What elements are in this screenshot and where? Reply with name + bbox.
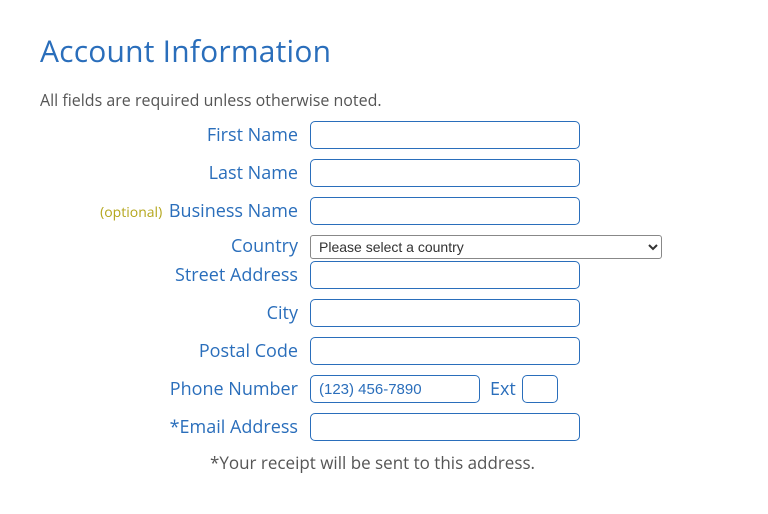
label-postal-code: Postal Code (40, 339, 310, 363)
label-email-address: *Email Address (40, 415, 310, 439)
row-phone-number: Phone Number Ext (40, 375, 728, 403)
phone-ext-field[interactable] (522, 375, 558, 403)
row-first-name: First Name (40, 121, 728, 149)
last-name-field[interactable] (310, 159, 580, 187)
optional-tag: (optional) (100, 203, 162, 222)
label-first-name: First Name (40, 123, 310, 147)
label-phone-number: Phone Number (40, 377, 310, 401)
label-ext: Ext (490, 377, 516, 401)
label-business-name-text: Business Name (169, 199, 298, 223)
email-footnote: *Your receipt will be sent to this addre… (40, 451, 728, 474)
label-last-name: Last Name (40, 161, 310, 185)
street-address-field[interactable] (310, 261, 580, 289)
row-country: Country Please select a country (40, 235, 728, 259)
row-street-address: Street Address (40, 261, 728, 289)
row-email-address: *Email Address (40, 413, 728, 441)
business-name-field[interactable] (310, 197, 580, 225)
label-business-name: (optional) Business Name (40, 199, 310, 223)
row-postal-code: Postal Code (40, 337, 728, 365)
phone-number-field[interactable] (310, 375, 480, 403)
label-city: City (40, 301, 310, 325)
page-title: Account Information (40, 30, 728, 71)
row-city: City (40, 299, 728, 327)
email-address-field[interactable] (310, 413, 580, 441)
row-last-name: Last Name (40, 159, 728, 187)
postal-code-field[interactable] (310, 337, 580, 365)
row-business-name: (optional) Business Name (40, 197, 728, 225)
first-name-field[interactable] (310, 121, 580, 149)
city-field[interactable] (310, 299, 580, 327)
country-select[interactable]: Please select a country (310, 235, 662, 259)
label-country: Country (40, 237, 310, 257)
required-note: All fields are required unless otherwise… (40, 89, 728, 111)
label-street-address: Street Address (40, 263, 310, 287)
